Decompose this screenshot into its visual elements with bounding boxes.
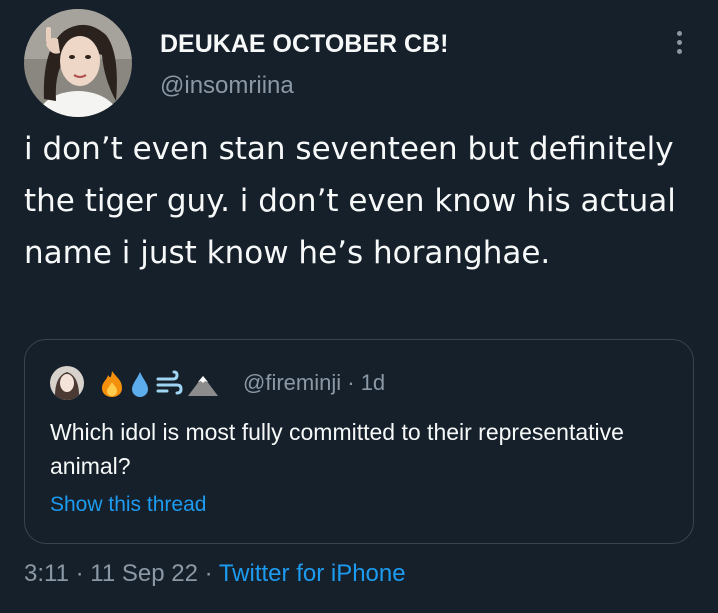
more-dot-icon [676, 30, 682, 36]
quoted-author-name-emojis [99, 370, 219, 398]
author-handle[interactable]: @insomriina [160, 72, 294, 100]
quoted-tweet-meta: @fireminji · 1d [243, 370, 385, 396]
wind-emoji-icon [156, 370, 183, 395]
author-display-name[interactable]: DEUKAE OCTOBER CB! [160, 30, 448, 59]
tweet-date[interactable]: 11 Sep 22 [90, 560, 198, 587]
author-avatar[interactable] [24, 9, 132, 117]
droplet-emoji-icon [132, 372, 148, 397]
more-options-button[interactable] [664, 22, 694, 62]
quoted-tweet[interactable]: @fireminji · 1d Which idol is most fully… [24, 339, 694, 544]
fire-emoji-icon [102, 371, 122, 397]
quoted-author-avatar[interactable] [50, 366, 84, 400]
show-thread-link[interactable]: Show this thread [50, 493, 206, 517]
tweet-text: i don’t even stan seventeen but definite… [24, 131, 676, 271]
timestamp-separator: · [75, 560, 84, 587]
quoted-author-handle[interactable]: @fireminji [243, 370, 341, 395]
tweet-timestamp-row: 3:11 · 11 Sep 22 · Twitter for iPhone [24, 560, 406, 588]
tweet-time[interactable]: 3:11 [24, 560, 69, 587]
timestamp-separator: · [204, 560, 213, 587]
more-dot-icon [676, 48, 682, 54]
quoted-avatar-image [50, 366, 84, 400]
author-avatar-image [24, 9, 132, 117]
quoted-tweet-text: Which idol is most fully committed to th… [50, 419, 624, 479]
quoted-tweet-age: · 1d [347, 370, 386, 395]
mountain-emoji-icon [188, 376, 218, 396]
tweet-source-link[interactable]: Twitter for iPhone [219, 560, 406, 587]
more-dot-icon [676, 39, 682, 45]
